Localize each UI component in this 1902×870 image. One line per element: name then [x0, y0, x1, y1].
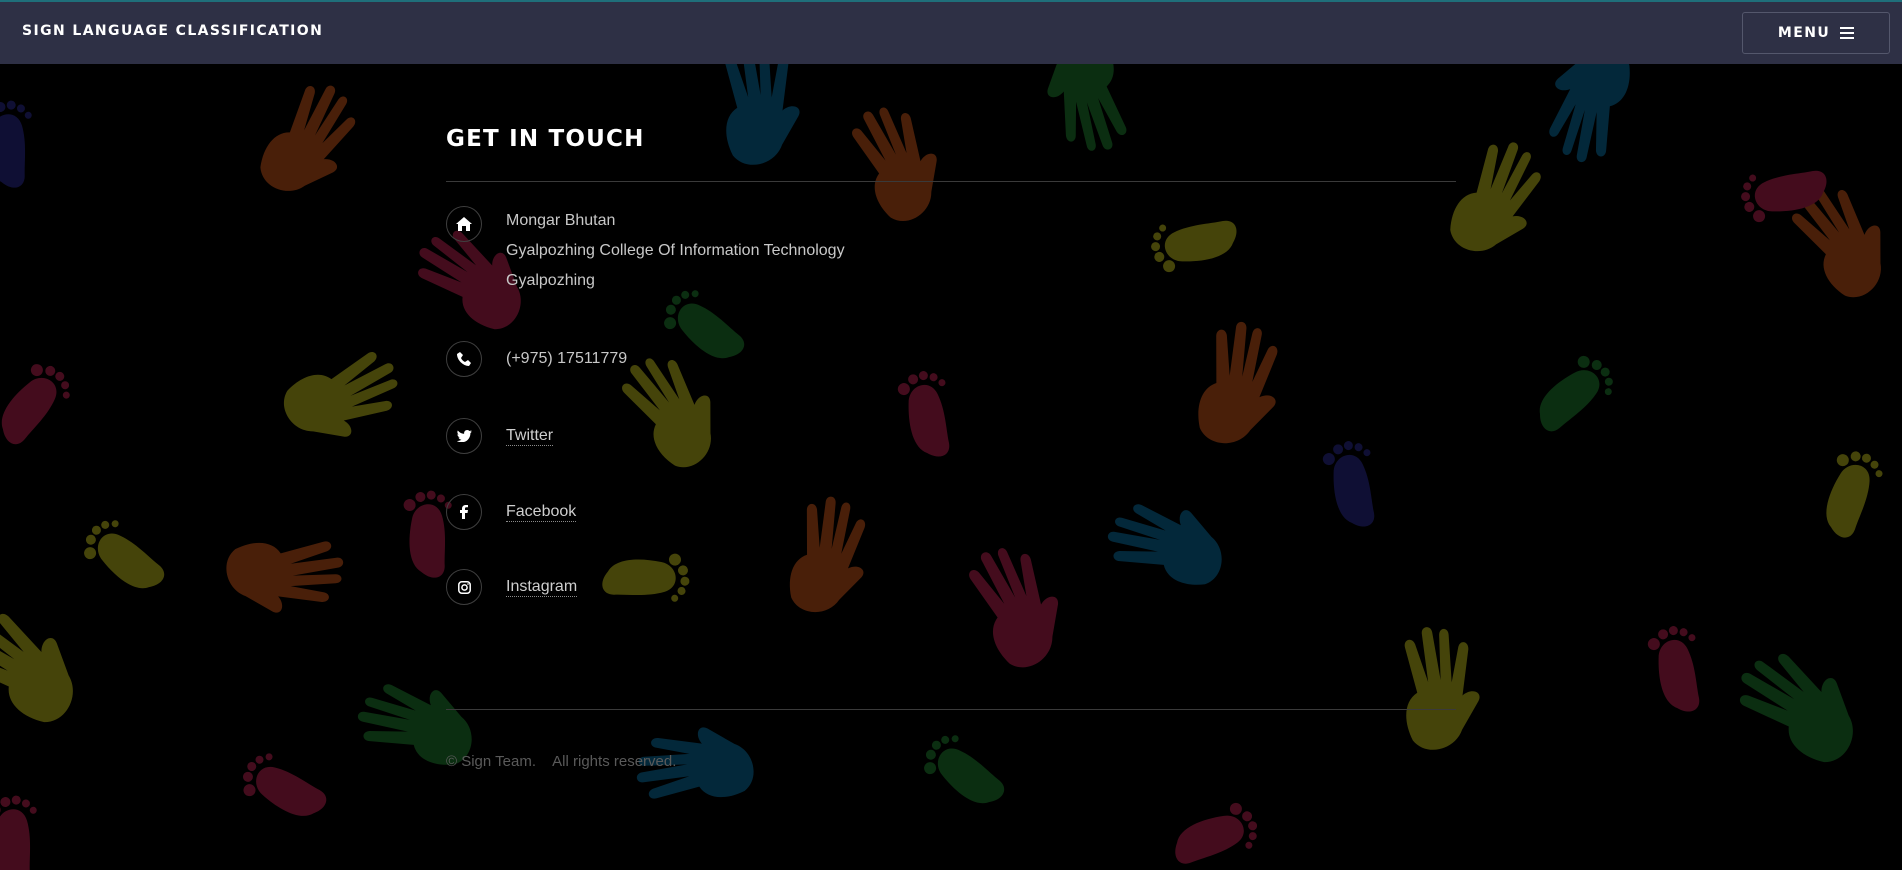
menu-button[interactable]: MENU	[1742, 12, 1890, 54]
copyright-owner: © Sign Team.	[446, 753, 536, 770]
facebook-icon[interactable]	[446, 494, 482, 530]
facebook-link[interactable]: Facebook	[506, 503, 577, 522]
copyright-rights: All rights reserved.	[552, 753, 677, 770]
copyright: © Sign Team. All rights reserved.	[446, 753, 676, 770]
instagram-icon[interactable]	[446, 569, 482, 605]
home-icon	[446, 206, 482, 242]
address-line-2: Gyalpozhing College Of Information Techn…	[506, 242, 845, 259]
site-brand[interactable]: SIGN LANGUAGE CLASSIFICATION	[22, 23, 323, 39]
menu-label: MENU	[1777, 25, 1831, 41]
hamburger-icon	[1840, 27, 1855, 39]
section-divider	[446, 181, 1456, 182]
handprint-background	[0, 28, 1902, 870]
page: SIGN LANGUAGE CLASSIFICATION MENU GET IN…	[0, 0, 1902, 870]
footer-divider	[446, 709, 1456, 710]
section-title: GET IN TOUCH	[446, 126, 645, 152]
twitter-link[interactable]: Twitter	[506, 427, 554, 446]
address-line-3: Gyalpozhing	[506, 272, 595, 289]
top-navbar: SIGN LANGUAGE CLASSIFICATION MENU	[0, 0, 1902, 64]
phone-icon	[446, 341, 482, 377]
twitter-icon[interactable]	[446, 418, 482, 454]
address-line-1: Mongar Bhutan	[506, 212, 616, 229]
phone-number[interactable]: (+975) 17511779	[506, 344, 627, 374]
instagram-link[interactable]: Instagram	[506, 578, 578, 597]
